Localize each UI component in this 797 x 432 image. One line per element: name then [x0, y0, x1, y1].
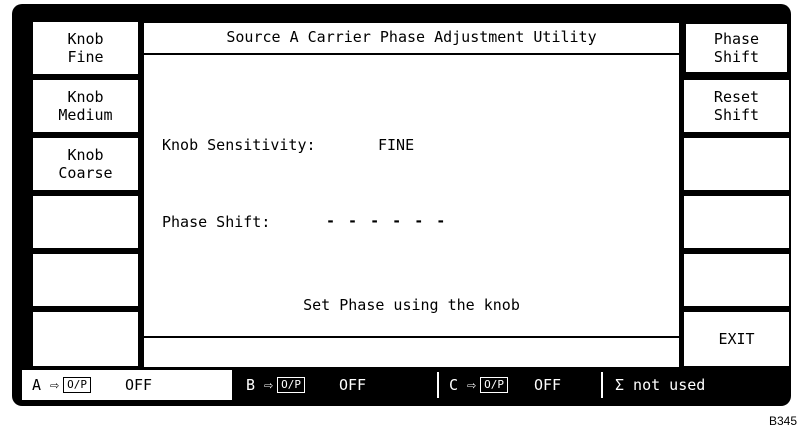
- phase-shift-value: - - - - - -: [326, 212, 448, 230]
- output-icon: O/P: [277, 377, 305, 393]
- output-icon: O/P: [63, 377, 91, 393]
- status-source-b: B ⇨ O/P OFF: [236, 370, 436, 400]
- softkey-right-4[interactable]: [683, 195, 790, 249]
- softkey-label: Knob: [67, 146, 104, 164]
- softkey-label: Fine: [67, 48, 104, 66]
- source-b-state: OFF: [338, 376, 367, 394]
- softkey-label: Knob: [67, 88, 104, 106]
- softkey-knob-fine[interactable]: Knob Fine: [32, 21, 139, 75]
- softkey-knob-medium[interactable]: Knob Medium: [32, 79, 139, 133]
- output-icon: O/P: [480, 377, 508, 393]
- source-a-label: A ⇨: [32, 376, 60, 394]
- sensitivity-value: FINE: [378, 136, 415, 154]
- phase-shift-label: Phase Shift:: [162, 213, 271, 231]
- sensitivity-label: Knob Sensitivity:: [162, 136, 316, 154]
- softkey-label: Phase: [713, 30, 760, 48]
- softkey-left-4[interactable]: [32, 195, 139, 249]
- sigma-status: Σ not used: [615, 376, 706, 394]
- figure-reference: B345: [768, 414, 797, 428]
- softkey-knob-coarse[interactable]: Knob Coarse: [32, 137, 139, 191]
- message-divider: [144, 336, 679, 338]
- softkey-reset-shift[interactable]: Reset Shift: [683, 79, 790, 133]
- softkey-label: Medium: [58, 106, 113, 124]
- softkey-label: EXIT: [718, 330, 755, 348]
- softkey-label: Coarse: [58, 164, 113, 182]
- softkey-right-5[interactable]: [683, 253, 790, 307]
- softkey-phase-shift[interactable]: Phase Shift: [683, 21, 790, 75]
- softkey-left-5[interactable]: [32, 253, 139, 307]
- softkey-left-6[interactable]: [32, 311, 139, 367]
- window-title: Source A Carrier Phase Adjustment Utilit…: [144, 23, 679, 55]
- status-sigma: Σ not used: [605, 370, 775, 400]
- source-c-state: OFF: [533, 376, 562, 394]
- softkey-right-3[interactable]: [683, 137, 790, 191]
- status-source-c: C ⇨ O/P OFF: [441, 370, 601, 400]
- softkey-label: Shift: [713, 48, 760, 66]
- status-source-a: A ⇨ O/P OFF: [22, 370, 232, 400]
- softkey-label: Shift: [713, 106, 760, 124]
- status-divider: [437, 372, 439, 398]
- instruction-text: Set Phase using the knob: [303, 296, 520, 314]
- status-divider: [601, 372, 603, 398]
- softkey-exit[interactable]: EXIT: [683, 311, 790, 367]
- main-display: [144, 23, 679, 367]
- softkey-label: Knob: [67, 30, 104, 48]
- softkey-label: Reset: [713, 88, 760, 106]
- source-b-label: B ⇨: [246, 376, 274, 394]
- source-a-state: OFF: [124, 376, 153, 394]
- source-c-label: C ⇨: [449, 376, 477, 394]
